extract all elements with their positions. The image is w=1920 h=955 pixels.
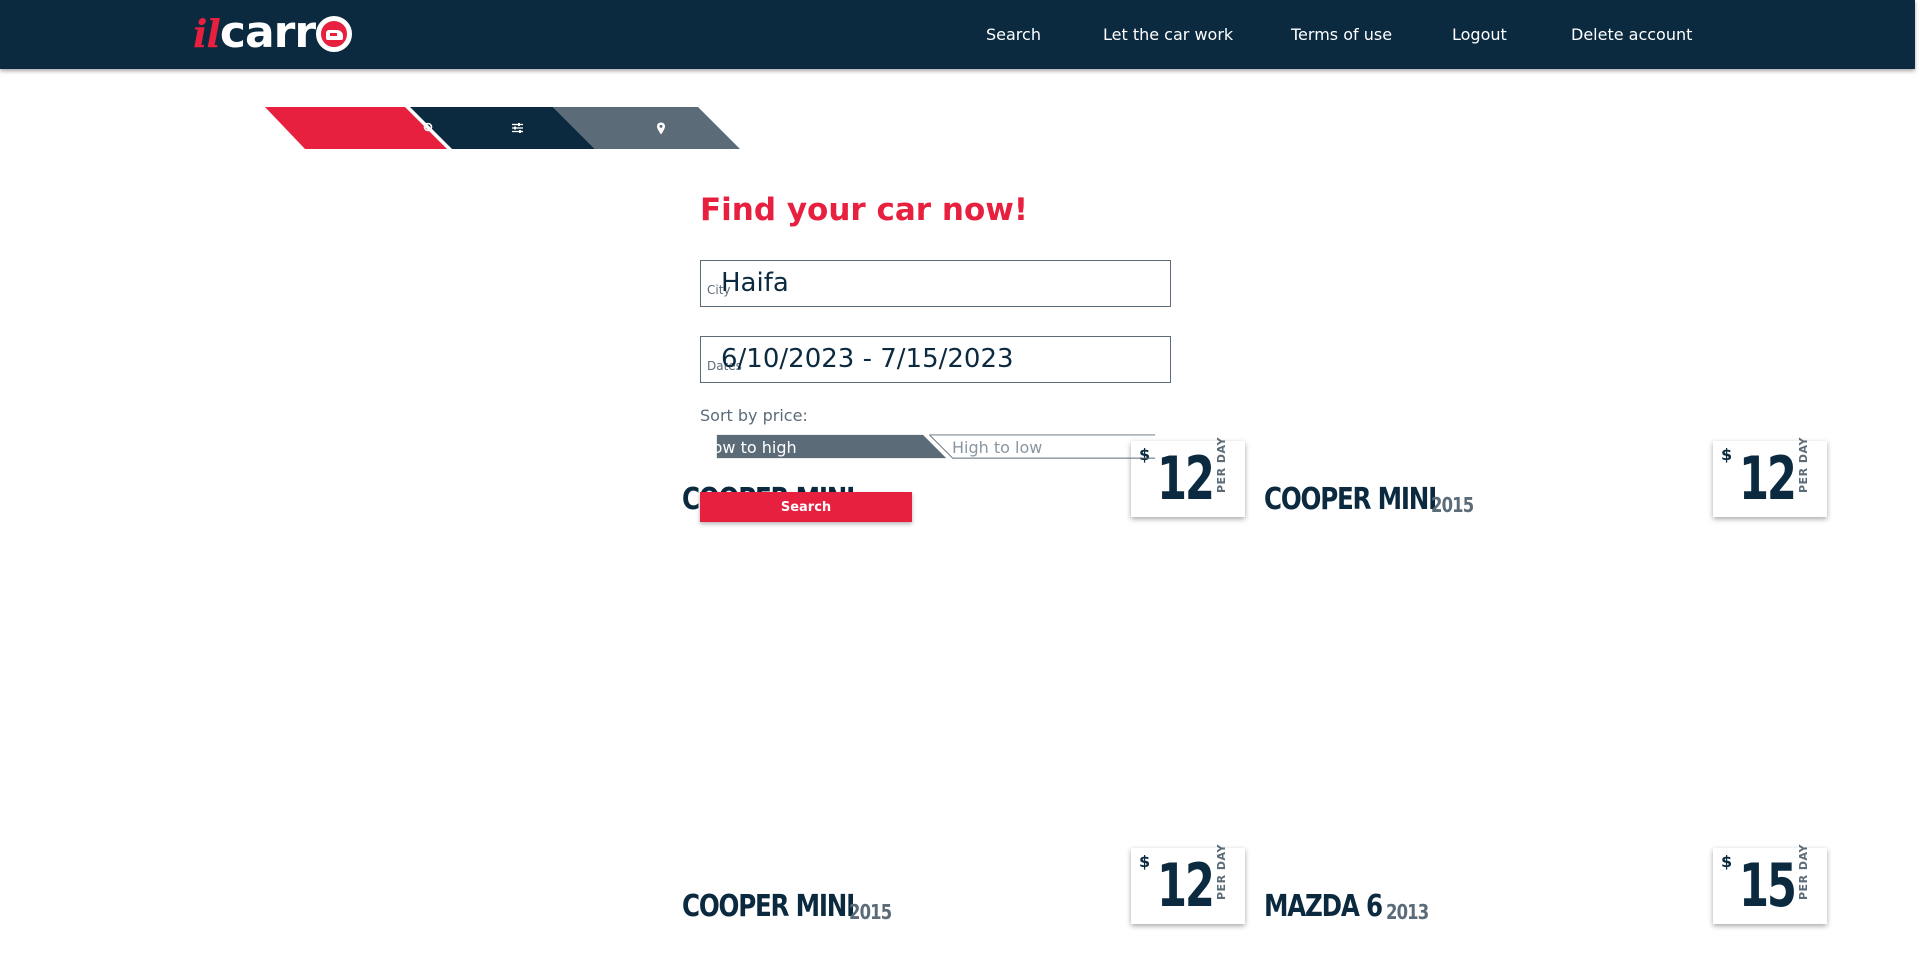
- car-card-year: 2013: [1386, 900, 1429, 924]
- search-button[interactable]: Search: [700, 492, 912, 522]
- car-card-year: 2015: [849, 900, 892, 924]
- car-card-name: COOPER MINI: [1264, 482, 1437, 517]
- search-mode-tabs: [265, 107, 740, 149]
- sort-by-price-label: Sort by price:: [700, 406, 808, 425]
- top-navbar: il carr Search Let the car work Terms of…: [0, 0, 1915, 69]
- ilcarro-logo[interactable]: il carr: [193, 7, 353, 58]
- search-icon: [422, 121, 436, 135]
- logo-carr-text: carr: [219, 7, 316, 58]
- sort-low-to-high-label[interactable]: Low to high: [704, 438, 797, 457]
- car-price-badge: $ 12 PER DAY: [1131, 844, 1245, 924]
- dates-input[interactable]: [721, 344, 1161, 374]
- nav-terms-of-use-link[interactable]: Terms of use: [1291, 25, 1392, 44]
- price-value: 15: [1739, 851, 1797, 921]
- nav-delete-account-link[interactable]: Delete account: [1571, 25, 1692, 44]
- city-field[interactable]: City: [700, 260, 1171, 307]
- logo-car-icon: [316, 16, 353, 52]
- price-per-day: PER DAY: [1797, 844, 1810, 900]
- app-root: il carr Search Let the car work Terms of…: [0, 0, 1920, 955]
- sliders-icon: [510, 121, 524, 135]
- nav-logout-link[interactable]: Logout: [1452, 25, 1507, 44]
- car-card-name: MAZDA 6: [1264, 889, 1383, 924]
- price-currency: $: [1139, 852, 1151, 871]
- price-per-day: PER DAY: [1215, 437, 1228, 493]
- dates-field[interactable]: Dates: [700, 336, 1171, 383]
- page-title: Find your car now!: [700, 192, 1029, 228]
- logo-il-text: il: [193, 10, 221, 56]
- price-per-day: PER DAY: [1215, 844, 1228, 900]
- price-value: 12: [1157, 851, 1215, 921]
- nav-search-link[interactable]: Search: [986, 25, 1041, 44]
- nav-let-the-car-work-link[interactable]: Let the car work: [1103, 25, 1233, 44]
- city-input[interactable]: [721, 268, 1161, 298]
- price-per-day: PER DAY: [1797, 437, 1810, 493]
- map-pin-icon: [654, 121, 668, 135]
- price-value: 12: [1739, 444, 1797, 514]
- tabs-graphic: [265, 107, 740, 149]
- car-price-badge: $ 12 PER DAY: [1713, 437, 1827, 517]
- car-card-year: 2015: [1431, 493, 1474, 517]
- sort-high-to-low-label[interactable]: High to low: [952, 438, 1042, 457]
- price-currency: $: [1721, 852, 1733, 871]
- price-currency: $: [1721, 445, 1733, 464]
- car-price-badge: $ 15 PER DAY: [1713, 844, 1827, 924]
- car-card-name: COOPER MINI: [682, 889, 855, 924]
